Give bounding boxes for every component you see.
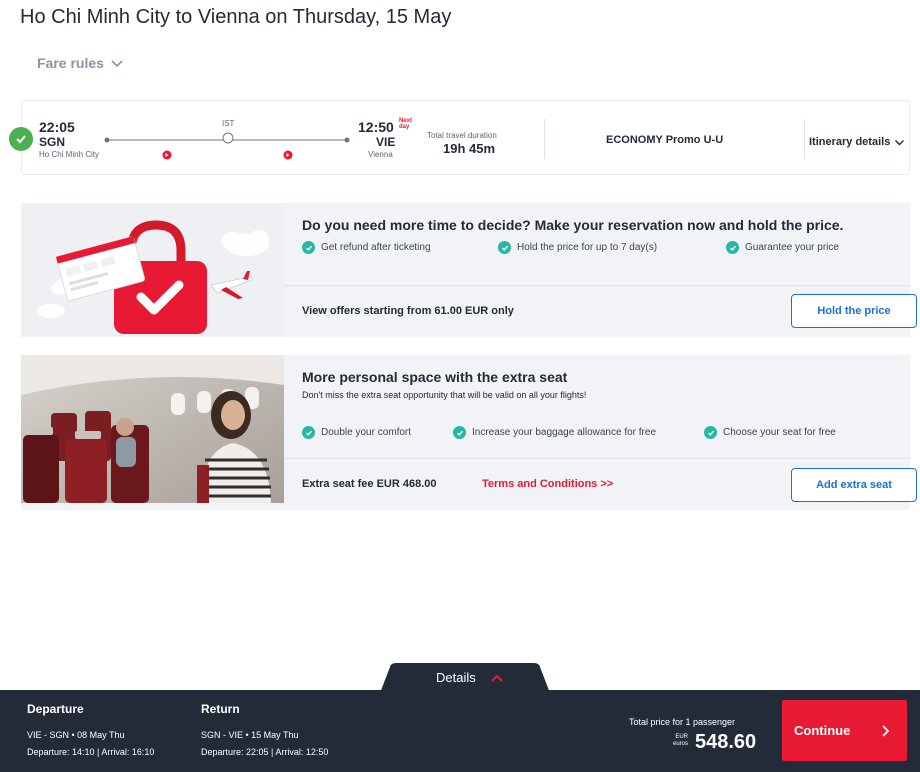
arrival-city: Vienna: [368, 150, 393, 159]
check-icon: [726, 241, 739, 254]
duration-value: 19h 45m: [443, 141, 496, 156]
divider: [284, 458, 910, 459]
check-icon: [302, 426, 315, 439]
flight-card[interactable]: 22:05 SGN Ho Chi Minh City IST 12:50 Nex…: [9, 100, 910, 175]
passenger-figure: [116, 418, 136, 467]
extra-seat-subtext: Don't miss the extra seat opportunity th…: [302, 390, 587, 400]
total-price-label: Total price for 1 passenger: [629, 717, 736, 727]
divider: [284, 285, 910, 286]
check-icon: [704, 426, 717, 439]
return-route: SGN - VIE • 15 May Thu: [201, 730, 299, 740]
check-icon: [498, 241, 511, 254]
arrival-code: VIE: [376, 135, 396, 149]
feature-item: Increase your baggage allowance for free: [453, 426, 656, 439]
departure-times: Departure: 14:10 | Arrival: 16:10: [27, 747, 155, 757]
hold-price-illustration: [21, 203, 284, 337]
continue-button[interactable]: Continue: [782, 700, 907, 761]
chevron-down-icon: [895, 139, 905, 145]
divider: [804, 119, 805, 159]
origin-dot-icon: [104, 137, 110, 143]
destination-dot-icon: [344, 137, 350, 143]
arrival-time: 12:50: [358, 119, 394, 135]
departure-city: Ho Chi Minh City: [39, 150, 100, 159]
return-times: Departure: 22:05 | Arrival: 12:50: [201, 747, 329, 757]
total-price: 548.60: [695, 731, 757, 753]
extra-seat-promo: More personal space with the extra seat …: [21, 355, 917, 510]
page-title: Ho Chi Minh City to Vienna on Thursday, …: [20, 6, 452, 28]
return-title: Return: [201, 702, 240, 716]
feature-item: Double your comfort: [302, 426, 411, 439]
airline-logo-icon: [162, 150, 172, 160]
duration-label: Total travel duration: [427, 131, 497, 140]
departure-code: SGN: [39, 135, 66, 149]
chevron-down-icon: [111, 60, 123, 68]
check-circle-icon: [9, 127, 33, 151]
itinerary-details-label: Itinerary details: [809, 136, 891, 148]
departure-time: 22:05: [39, 119, 75, 135]
stopover-circle-icon: [222, 132, 234, 144]
currency-label: EUR euros: [673, 734, 689, 747]
hold-price-promo: Do you need more time to decide? Make yo…: [21, 203, 917, 337]
details-toggle[interactable]: Details: [436, 670, 504, 685]
fare-rules-label: Fare rules: [37, 55, 104, 71]
hold-the-price-button[interactable]: Hold the price: [791, 294, 917, 328]
departure-route: VIE - SGN • 08 May Thu: [27, 730, 125, 740]
add-extra-seat-button[interactable]: Add extra seat: [791, 468, 917, 502]
cabin-class: ECONOMY Promo U-U: [606, 134, 724, 146]
continue-label: Continue: [794, 723, 851, 738]
feature-item: Guarantee your price: [726, 241, 839, 254]
chevron-up-icon: [491, 674, 503, 682]
next-day-badge: Next day: [399, 118, 413, 130]
stopover-code: IST: [222, 119, 235, 128]
fare-rules-toggle[interactable]: Fare rules: [37, 55, 124, 71]
hold-price-offer-text: View offers starting from 61.00 EUR only: [302, 305, 514, 317]
terms-and-conditions-link[interactable]: Terms and Conditions >>: [482, 478, 613, 490]
check-icon: [302, 241, 315, 254]
chevron-right-icon: [882, 724, 890, 737]
airline-logo-icon: [283, 150, 293, 160]
feature-item: Hold the price for up to 7 day(s): [498, 241, 657, 254]
feature-item: Get refund after ticketing: [302, 241, 431, 254]
extra-seat-fee: Extra seat fee EUR 468.00: [302, 478, 437, 490]
extra-seat-photo: [21, 355, 284, 503]
check-icon: [453, 426, 466, 439]
divider: [544, 119, 545, 159]
details-label: Details: [436, 670, 476, 685]
feature-item: Choose your seat for free: [704, 426, 836, 439]
departure-title: Departure: [27, 702, 84, 716]
extra-seat-headline: More personal space with the extra seat: [302, 369, 568, 385]
booking-summary-bar: Departure VIE - SGN • 08 May Thu Departu…: [0, 690, 920, 772]
hold-price-headline: Do you need more time to decide? Make yo…: [302, 217, 844, 233]
itinerary-details-toggle[interactable]: Itinerary details: [809, 136, 905, 148]
